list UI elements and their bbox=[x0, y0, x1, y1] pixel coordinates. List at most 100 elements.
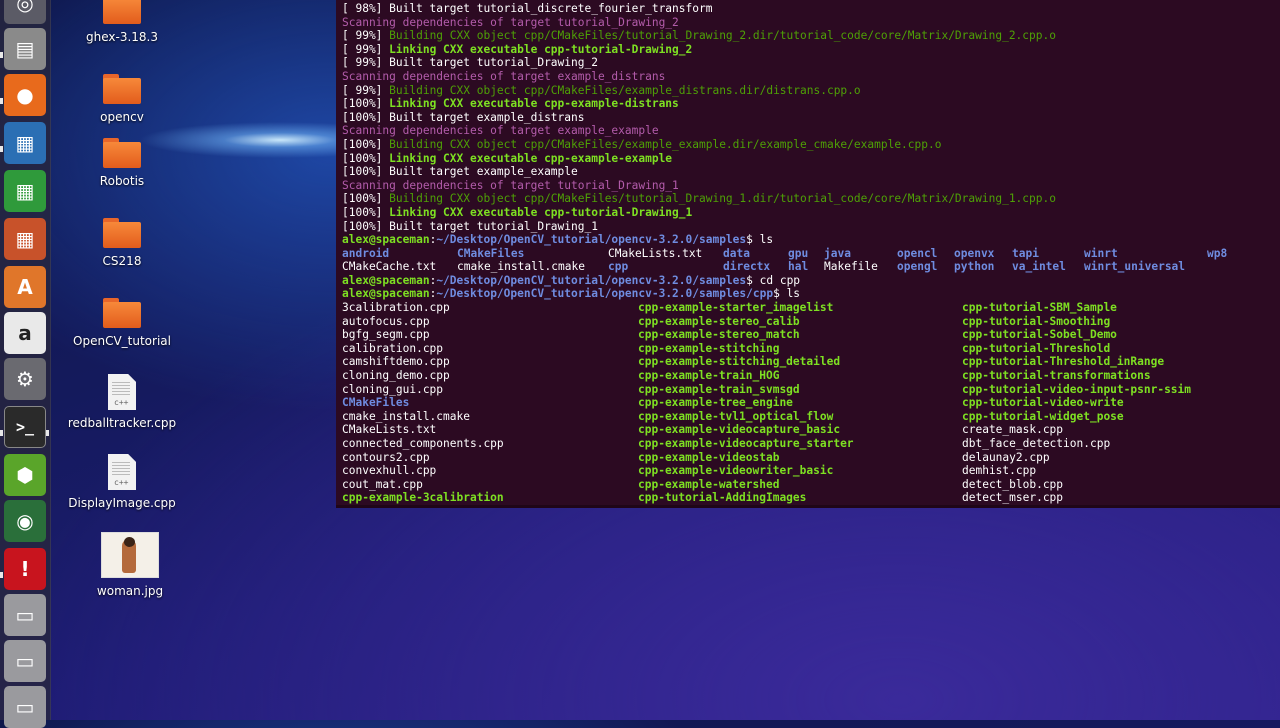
folder-icon bbox=[103, 0, 141, 24]
terminal-icon[interactable]: >_ bbox=[4, 406, 46, 448]
ls-output-samples: android CMakeCache.txt CMakeFiles cmake_ins… bbox=[342, 247, 1280, 274]
ls-column: opencl opengl bbox=[897, 247, 937, 274]
terminal-line: [ 99%] Linking CXX executable cpp-tutori… bbox=[342, 43, 1280, 57]
terminal-text: [ 98%] Built target tutorial_discrete_fo… bbox=[342, 2, 713, 15]
writer-icon[interactable]: ▦ bbox=[4, 122, 46, 164]
ls-entry: cpp-example-videocapture_basic bbox=[638, 423, 841, 437]
ls-entry: cpp-tutorial-SBM_Sample bbox=[962, 301, 1117, 315]
desktop-icon-opencv[interactable]: opencv bbox=[62, 74, 182, 124]
ls-entry: cpp bbox=[608, 260, 629, 274]
ls-entry: cmake_install.cmake bbox=[457, 260, 585, 274]
update-alert-icon[interactable]: ! bbox=[4, 548, 46, 590]
terminal-text: Scanning dependencies of target example_… bbox=[342, 69, 666, 83]
ls-entry: demhist.cpp bbox=[962, 464, 1037, 478]
system-settings-icon[interactable]: ⚙ bbox=[4, 358, 46, 400]
ls-column: 3calibration.cpp autofocus.cpp bgfg_segm.c… bbox=[342, 301, 504, 505]
ls-entry: cpp-example-videocapture_starter bbox=[638, 437, 854, 450]
ls-entry: cpp-tutorial-Smoothing bbox=[962, 314, 1111, 328]
ls-entry: contours2.cpp bbox=[342, 450, 430, 464]
terminal-text: [100%] Built target tutorial_Drawing_1 bbox=[342, 219, 598, 233]
cpp-file-icon: c++ bbox=[108, 454, 136, 490]
ls-column: wp8 bbox=[1207, 247, 1227, 261]
launcher-running-indicator bbox=[0, 98, 3, 104]
ls-column: CMakeFiles cmake_install.cmake bbox=[457, 247, 585, 274]
ls-entry: CMakeLists.txt bbox=[342, 423, 437, 437]
ls-entry: delaunay2.cpp bbox=[962, 450, 1050, 464]
drive-3-icon[interactable]: ▭ bbox=[4, 686, 46, 728]
terminal-text: alex@spaceman bbox=[342, 273, 430, 287]
ls-entry: java bbox=[824, 246, 851, 260]
terminal-text: [100%] bbox=[342, 97, 390, 111]
terminal-prompt-cd: alex@spaceman:~/Desktop/OpenCV_tutorial/… bbox=[342, 274, 1280, 288]
desktop-icon-woman-jpg[interactable]: woman.jpg bbox=[70, 532, 190, 598]
terminal-text: [100%] Built target example_distrans bbox=[342, 110, 585, 124]
ubuntu-dash-icon[interactable]: ◎ bbox=[4, 0, 46, 24]
ls-entry: cpp-example-starter_imagelist bbox=[638, 301, 834, 315]
ls-entry: cpp-example-stereo_calib bbox=[638, 314, 800, 328]
terminal-line: [ 99%] Building CXX object cpp/CMakeFile… bbox=[342, 84, 1280, 98]
software-center-icon[interactable]: A bbox=[4, 266, 46, 308]
terminal-window[interactable]: [ 98%] Built target tutorial_discrete_fo… bbox=[336, 0, 1280, 508]
ls-entry: cpp-tutorial-transformations bbox=[962, 369, 1151, 383]
ls-entry: cpp-example-train_svmsgd bbox=[638, 382, 800, 396]
terminal-text: [100%] bbox=[342, 192, 390, 206]
calc-icon[interactable]: ▦ bbox=[4, 170, 46, 212]
desktop-icon-label: woman.jpg bbox=[96, 584, 164, 598]
ls-entry: cpp-example-tree_engine bbox=[638, 396, 793, 410]
terminal-text: $ ls bbox=[746, 233, 774, 247]
terminal-text: Linking CXX executable cpp-example-distr… bbox=[389, 97, 679, 111]
ls-entry: python bbox=[954, 260, 995, 274]
terminal-line: [100%] Building CXX object cpp/CMakeFile… bbox=[342, 138, 1280, 152]
ls-entry: create_mask.cpp bbox=[962, 423, 1064, 437]
ls-entry: cpp-tutorial-widget_pose bbox=[962, 409, 1124, 423]
drive-1-icon[interactable]: ▭ bbox=[4, 594, 46, 636]
terminal-line: [100%] Linking CXX executable cpp-tutori… bbox=[342, 206, 1280, 220]
globe-icon[interactable]: ◉ bbox=[4, 500, 46, 542]
cpp-file-icon: c++ bbox=[108, 374, 136, 410]
ls-entry: cpp-example-train_HOG bbox=[638, 369, 780, 383]
terminal-line: Scanning dependencies of target example_… bbox=[342, 70, 1280, 84]
ls-entry: detect_blob.cpp bbox=[962, 477, 1064, 491]
ls-column: cpp-example-starter_imagelist cpp-example… bbox=[638, 301, 854, 505]
terminal-line: [ 98%] Built target tutorial_discrete_fo… bbox=[342, 2, 1280, 16]
unity-launcher: ◎ ▤ ● ▦ ▦ ▦ Aa ⚙ >_ ⬢ ◉! ▭ ▭ ▭ bbox=[0, 0, 51, 728]
desktop-icon-label: opencv bbox=[100, 110, 144, 124]
desktop-icon-cs218[interactable]: CS218 bbox=[62, 218, 182, 268]
desktop-icon-ghex-3-18-3[interactable]: ghex-3.18.3 bbox=[62, 0, 182, 44]
unity-tweak-icon[interactable]: ⬢ bbox=[4, 454, 46, 496]
desktop-icon-opencv-tutorial[interactable]: OpenCV_tutorial bbox=[62, 298, 182, 348]
ls-output-cpp: 3calibration.cpp autofocus.cpp bgfg_segm.c… bbox=[342, 301, 1280, 505]
ls-entry: calibration.cpp bbox=[342, 341, 444, 355]
impress-icon[interactable]: ▦ bbox=[4, 218, 46, 260]
ls-entry: cpp-tutorial-video-write bbox=[962, 396, 1124, 410]
ls-column: cpp-tutorial-SBM_Sample cpp-tutorial-Smoo… bbox=[962, 301, 1191, 505]
ls-entry: cpp-tutorial-Threshold bbox=[962, 341, 1111, 355]
firefox-icon[interactable]: ● bbox=[4, 74, 46, 116]
folder-icon bbox=[103, 74, 141, 104]
desktop-icon-displayimage-cpp[interactable]: c++ DisplayImage.cpp bbox=[62, 454, 182, 510]
amazon-icon[interactable]: a bbox=[4, 312, 46, 354]
ls-entry: winrt_universal bbox=[1084, 260, 1186, 274]
folder-icon bbox=[103, 298, 141, 328]
terminal-text: [100%] bbox=[342, 205, 390, 219]
launcher-running-indicator bbox=[0, 146, 3, 152]
desktop-icon-redballtracker-cpp[interactable]: c++ redballtracker.cpp bbox=[62, 374, 182, 430]
ls-entry: wp8 bbox=[1207, 246, 1228, 260]
terminal-line: [ 99%] Building CXX object cpp/CMakeFile… bbox=[342, 29, 1280, 43]
ls-entry: CMakeLists.txt bbox=[608, 246, 703, 260]
desktop-icon-robotis[interactable]: Robotis bbox=[62, 138, 182, 188]
ls-entry: cpp-tutorial-Threshold_inRange bbox=[962, 355, 1165, 369]
ls-entry: cpp-example-stitching_detailed bbox=[638, 355, 841, 369]
ls-entry: CMakeFiles bbox=[457, 246, 525, 260]
terminal-prompt-ls: alex@spaceman:~/Desktop/OpenCV_tutorial/… bbox=[342, 287, 1280, 301]
terminal-output: [ 98%] Built target tutorial_discrete_fo… bbox=[342, 2, 1280, 247]
terminal-text: ~/Desktop/OpenCV_tutorial/opencv-3.2.0/s… bbox=[436, 233, 747, 247]
ls-entry: CMakeFiles bbox=[342, 396, 410, 410]
ls-entry: opencl bbox=[897, 246, 938, 260]
desktop-icon-label: DisplayImage.cpp bbox=[68, 496, 176, 510]
terminal-line: [ 99%] Built target tutorial_Drawing_2 bbox=[342, 56, 1280, 70]
ls-entry: hal bbox=[788, 260, 809, 274]
files-icon[interactable]: ▤ bbox=[4, 28, 46, 70]
ls-column: tapi va_intel bbox=[1012, 247, 1066, 274]
drive-2-icon[interactable]: ▭ bbox=[4, 640, 46, 682]
